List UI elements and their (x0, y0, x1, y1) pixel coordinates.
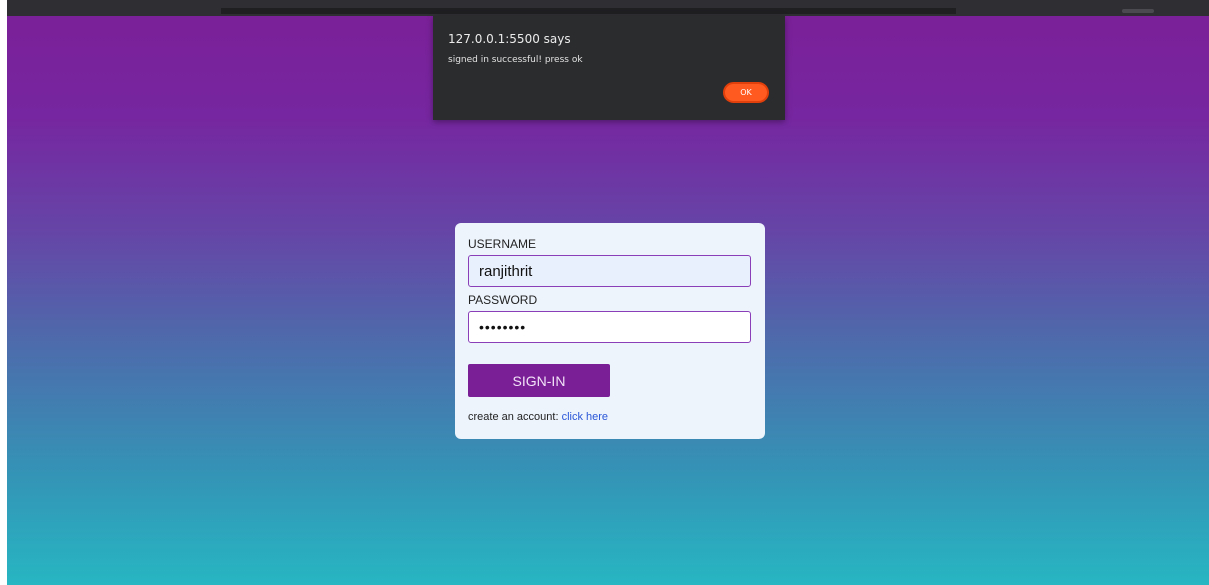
alert-message: signed in successful! press ok (448, 55, 583, 65)
page-background: 127.0.0.1:5500 says signed in successful… (7, 0, 1209, 585)
create-account-text: create an account: (468, 411, 562, 423)
password-label: PASSWORD (468, 293, 538, 307)
login-card: USERNAME PASSWORD SIGN-IN create an acco… (455, 223, 765, 439)
create-account-link[interactable]: click here (562, 411, 608, 423)
browser-tab-strip (221, 8, 956, 14)
alert-dialog: 127.0.0.1:5500 says signed in successful… (433, 16, 785, 120)
alert-title: 127.0.0.1:5500 says (448, 32, 571, 46)
create-account-row: create an account: click here (468, 411, 608, 423)
sign-in-button[interactable]: SIGN-IN (468, 364, 610, 397)
browser-control (1122, 9, 1154, 13)
password-field[interactable] (468, 311, 751, 343)
username-field[interactable] (468, 255, 751, 287)
ok-button[interactable]: OK (723, 82, 769, 103)
browser-top-bar (7, 0, 1209, 16)
username-label: USERNAME (468, 237, 537, 251)
